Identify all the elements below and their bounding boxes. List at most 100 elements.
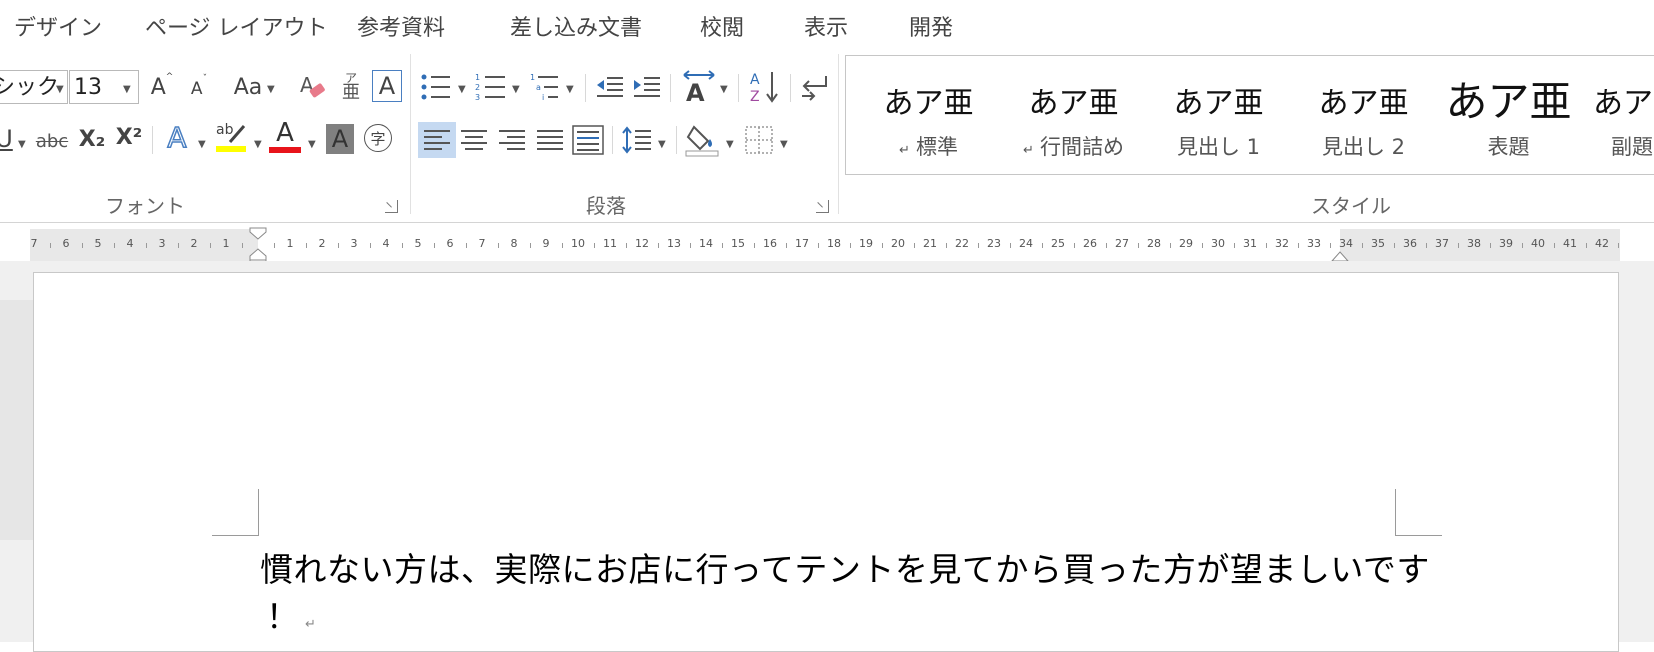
phonetic-guide-bottom: 亜 <box>342 82 360 103</box>
phonetic-guide-button[interactable]: ア 亜 <box>340 68 362 106</box>
font-size-dropdown-icon[interactable]: ▼ <box>123 84 131 95</box>
ruler-tick <box>178 243 179 248</box>
ruler-number: 39 <box>1499 237 1513 250</box>
ruler-tick <box>658 243 659 248</box>
line-spacing-icon <box>622 126 651 154</box>
sort-button[interactable]: A Z <box>748 68 782 106</box>
font-color-button[interactable]: A <box>268 118 302 154</box>
document-text-line-1[interactable]: 慣れない方は、実際にお店に行ってテントを見てから買った方が望ましいです <box>260 543 1430 591</box>
style-item-no-spacing[interactable]: あア亜 ↵ 行間詰め <box>1001 56 1146 174</box>
decrease-indent-button[interactable] <box>595 72 625 102</box>
subscript-button[interactable]: X₂ <box>77 122 107 156</box>
align-left-button[interactable] <box>418 122 456 158</box>
shrink-font-button[interactable]: Aˇ <box>185 72 213 106</box>
ruler-number: 22 <box>955 237 969 250</box>
svg-text:a: a <box>536 83 541 92</box>
style-item-heading-1[interactable]: あア亜 見出し 1 <box>1146 56 1291 174</box>
tab-view[interactable]: 表示 <box>804 10 848 42</box>
borders-dropdown-icon[interactable]: ▼ <box>780 139 788 150</box>
font-size-value: 13 <box>74 75 102 100</box>
style-item-subtitle[interactable]: あア 副題 <box>1591 56 1654 174</box>
paragraph-separator <box>670 74 671 102</box>
bullets-dropdown-icon[interactable]: ▼ <box>458 84 466 95</box>
line-spacing-button[interactable] <box>620 122 654 158</box>
tab-design[interactable]: デザイン <box>14 10 102 42</box>
grow-font-button[interactable]: A ^ <box>148 70 176 104</box>
tab-page-layout[interactable]: ページ レイアウト <box>145 10 328 42</box>
numbering-dropdown-icon[interactable]: ▼ <box>512 84 520 95</box>
underline-dropdown-icon[interactable]: ▼ <box>18 139 26 150</box>
text-direction-button[interactable]: A <box>680 68 718 104</box>
left-margin-strip <box>0 300 34 540</box>
horizontal-ruler[interactable]: 7 6 5 4 3 2 1 1 2 3 4 5 6 7 8 9 10 11 12 13 14 15 16 17 18 19 20 21… <box>30 227 1620 266</box>
paint-bucket-icon <box>685 125 719 157</box>
ruler-number: 6 <box>62 237 70 250</box>
first-line-indent-marker-icon[interactable] <box>248 226 268 266</box>
ruler-number: 33 <box>1307 237 1321 250</box>
font-name-dropdown-icon[interactable]: ▼ <box>56 84 64 95</box>
style-item-heading-2[interactable]: あア亜 見出し 2 <box>1291 56 1436 174</box>
increase-indent-icon <box>634 77 660 97</box>
text-direction-dropdown-icon[interactable]: ▼ <box>720 84 728 95</box>
ruler-number: 5 <box>414 237 422 250</box>
ruler-number: 31 <box>1243 237 1257 250</box>
bullets-button[interactable] <box>420 70 454 104</box>
ruler-tick <box>882 243 883 248</box>
change-case-button[interactable]: Aa <box>230 70 266 104</box>
enclose-characters-button[interactable]: 字 <box>364 124 392 152</box>
ruler-number: 18 <box>827 237 841 250</box>
borders-icon <box>745 126 773 154</box>
tab-review[interactable]: 校閲 <box>700 10 744 42</box>
justify-icon <box>537 130 563 150</box>
strikethrough-button[interactable]: abc <box>34 124 70 158</box>
ruler-tick <box>690 243 691 248</box>
justify-button[interactable] <box>532 122 568 158</box>
multilevel-list-button[interactable]: 1 a i <box>530 70 564 104</box>
multilevel-list-dropdown-icon[interactable]: ▼ <box>566 84 574 95</box>
style-item-normal[interactable]: あア亜 ↵ 標準 <box>856 56 1001 174</box>
underline-button[interactable]: U <box>0 122 14 156</box>
ruler-tick <box>498 243 499 248</box>
character-border-button[interactable]: A <box>372 70 402 102</box>
text-direction-icon: A <box>683 70 715 103</box>
tab-references[interactable]: 参考資料 <box>357 10 445 42</box>
paragraph-dialog-launcher-icon[interactable] <box>816 200 829 213</box>
font-dialog-launcher-icon[interactable] <box>385 200 398 213</box>
borders-button[interactable] <box>742 122 776 158</box>
superscript-button[interactable]: X² <box>114 120 144 154</box>
show-hide-marks-button[interactable] <box>798 70 832 104</box>
ruler-tick <box>306 243 307 248</box>
font-color-dropdown-icon[interactable]: ▼ <box>308 139 316 150</box>
character-shading-button[interactable]: A <box>326 124 354 154</box>
style-preview: あア亜 <box>1445 77 1572 126</box>
text-effects-button[interactable]: A <box>162 120 192 155</box>
shading-dropdown-icon[interactable]: ▼ <box>726 139 734 150</box>
highlight-button[interactable]: ab <box>214 118 248 154</box>
tab-mailings[interactable]: 差し込み文書 <box>510 10 642 42</box>
shading-button[interactable] <box>684 120 724 158</box>
numbering-button[interactable]: 1 2 3 <box>475 70 509 104</box>
clear-formatting-button[interactable]: A <box>298 70 328 104</box>
ruler-tick <box>274 243 275 248</box>
change-case-dropdown-icon[interactable]: ▼ <box>267 84 275 95</box>
ruler-number: 8 <box>510 237 518 250</box>
document-text-line-2[interactable]: ！ ↵ <box>266 590 316 638</box>
ruler-number: 21 <box>923 237 937 250</box>
crop-mark <box>212 535 259 536</box>
highlight-dropdown-icon[interactable]: ▼ <box>254 139 262 150</box>
ruler-tick <box>1042 243 1043 248</box>
style-item-title[interactable]: あア亜 表題 <box>1436 56 1581 174</box>
style-name: 副題 <box>1611 135 1653 159</box>
ruler-number: 30 <box>1211 237 1225 250</box>
increase-indent-button[interactable] <box>632 72 662 102</box>
line-spacing-dropdown-icon[interactable]: ▼ <box>658 139 666 150</box>
align-center-button[interactable] <box>456 122 492 158</box>
tab-developer[interactable]: 開発 <box>909 10 953 42</box>
align-right-button[interactable] <box>494 122 530 158</box>
ruler-number: 27 <box>1115 237 1129 250</box>
ruler-number: 41 <box>1563 237 1577 250</box>
text-effects-dropdown-icon[interactable]: ▼ <box>198 139 206 150</box>
distributed-button[interactable] <box>570 122 606 158</box>
ruler-tick <box>338 243 339 248</box>
ruler-number: 24 <box>1019 237 1033 250</box>
